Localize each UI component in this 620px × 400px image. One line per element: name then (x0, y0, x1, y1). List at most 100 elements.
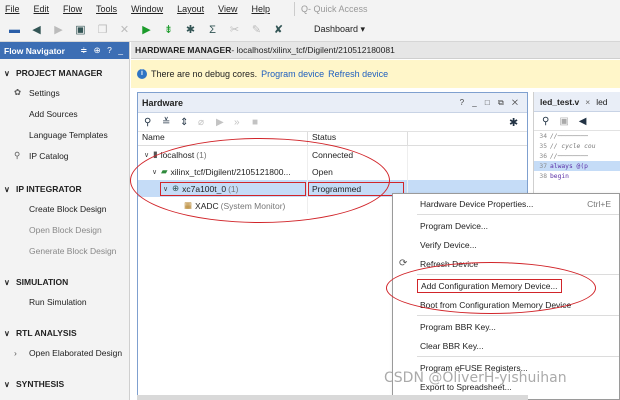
chevron-down-icon: ∨ (4, 379, 10, 389)
refresh-icon: ⟳ (399, 258, 408, 269)
flow-navigator-title: Flow Navigator (4, 45, 65, 56)
flow-navigator: Flow Navigator ≑ ⊕ ? _ ∨ PROJECT MANAGER … (0, 42, 130, 400)
line-number: 35 (539, 142, 547, 150)
copy-icon[interactable]: ❐ (94, 21, 111, 38)
code-text: begin (550, 172, 569, 180)
menu-tools[interactable]: Tools (96, 4, 117, 14)
flow-navigator-controls[interactable]: ≑ ⊕ ? _ (80, 45, 125, 56)
nav-item-run-simulation[interactable]: Run Simulation (0, 291, 129, 312)
menu-item-program-bbr-key[interactable]: Program BBR Key... (393, 317, 619, 336)
shortcut-label: Ctrl+E (587, 198, 611, 209)
hardware-panel-title: Hardware (142, 97, 184, 108)
nav-section-synthesis[interactable]: ∨ SYNTHESIS (0, 375, 129, 393)
hardware-manager-header: HARDWARE MANAGER - localhost/xilinx_tcf/… (131, 42, 620, 59)
menu-layout[interactable]: Layout (177, 4, 204, 14)
redo-icon[interactable]: ▶ (50, 21, 67, 38)
nav-item-settings[interactable]: ✿ Settings (0, 82, 129, 103)
hardware-manager-title: HARDWARE MANAGER (135, 45, 232, 55)
code-line[interactable]: 36//──────── (534, 151, 620, 161)
nav-item-create-block-design[interactable]: Create Block Design (0, 198, 129, 219)
expand-all-icon[interactable]: ⇕ (180, 117, 192, 128)
delete-icon[interactable]: ✕ (116, 21, 133, 38)
menu-item-program-device[interactable]: Program Device... (393, 216, 619, 235)
chevron-down-icon: ∨ (4, 68, 10, 78)
search-icon[interactable]: ⚲ (542, 116, 549, 127)
info-bar: i There are no debug cores. Program devi… (131, 60, 620, 88)
settings-icon[interactable]: ✱ (182, 21, 199, 38)
menu-view[interactable]: View (218, 4, 237, 14)
save-icon[interactable]: ▣ (559, 116, 568, 127)
search-icon[interactable]: ⚲ (144, 117, 156, 128)
save-icon[interactable]: ▣ (72, 21, 89, 38)
undo-icon[interactable]: ◀ (28, 21, 45, 38)
code-line[interactable]: 37 always @(p (534, 161, 620, 171)
debug-icon[interactable]: ✘ (270, 21, 287, 38)
edit-icon[interactable]: ✎ (248, 21, 265, 38)
menu-separator (417, 214, 619, 215)
run-trigger-immediate-icon[interactable]: » (234, 117, 246, 128)
code-text: //──────── (550, 152, 588, 160)
info-message: There are no debug cores. (151, 69, 258, 79)
watermark: CSDN @OliverH-yishuihan (384, 370, 567, 386)
menu-item-hardware-device-properties[interactable]: Hardware Device Properties... Ctrl+E (393, 194, 619, 213)
program-device-link[interactable]: Program device (261, 69, 324, 79)
tab-led-test[interactable]: led_test.v (540, 97, 579, 107)
code-line[interactable]: 38 begin (534, 171, 620, 181)
run-icon[interactable]: ▶ (138, 21, 155, 38)
quick-access-input[interactable]: Q- Quick Access (293, 2, 384, 16)
nav-section-rtl-analysis[interactable]: ∨ RTL ANALYSIS (0, 324, 129, 342)
cut-icon[interactable]: ✂ (226, 21, 243, 38)
hardware-panel-controls[interactable]: ? _ □ ⧉ ✕ (460, 98, 521, 108)
panel-bottom-scrollbar[interactable] (137, 395, 528, 400)
line-number: 37 (539, 162, 547, 170)
sigma-icon[interactable]: Σ (204, 21, 221, 38)
line-number: 38 (539, 172, 547, 180)
annotation-ellipse-tree (130, 138, 390, 223)
nav-section-simulation[interactable]: ∨ SIMULATION (0, 273, 129, 291)
menu-flow[interactable]: Flow (63, 4, 82, 14)
tab-led[interactable]: led (596, 97, 607, 107)
chevron-down-icon: ∨ (4, 277, 10, 287)
info-icon: i (137, 69, 147, 79)
dashboard-dropdown[interactable]: Dashboard ▾ (314, 24, 365, 35)
stop-trigger-icon[interactable]: ■ (252, 117, 264, 128)
menu-separator (417, 356, 619, 357)
menu-separator (417, 315, 619, 316)
nav-item-generate-block-design[interactable]: Generate Block Design (0, 240, 129, 261)
gear-icon: ✿ (14, 87, 22, 97)
program-icon[interactable]: ⇟ (160, 21, 177, 38)
nav-section-project-manager[interactable]: ∨ PROJECT MANAGER (0, 64, 129, 82)
annotation-ellipse-menu (386, 262, 596, 314)
auto-connect-icon[interactable]: ⌀ (198, 117, 210, 128)
refresh-device-link[interactable]: Refresh device (328, 69, 388, 79)
hardware-panel-header: Hardware ? _ □ ⧉ ✕ (138, 93, 527, 113)
chevron-right-icon: › (14, 347, 17, 358)
menu-help[interactable]: Help (251, 4, 270, 14)
nav-item-ip-catalog[interactable]: ⚲ IP Catalog (0, 145, 129, 166)
nav-item-language-templates[interactable]: Language Templates (0, 124, 129, 145)
line-number: 34 (539, 132, 547, 140)
nav-item-open-block-design[interactable]: Open Block Design (0, 219, 129, 240)
undo-icon[interactable]: ◀ (579, 116, 587, 127)
chevron-down-icon: ∨ (4, 328, 10, 338)
hardware-manager-path: - localhost/xilinx_tcf/Digilent/21051218… (231, 45, 395, 55)
code-line[interactable]: 34//──────── (534, 131, 620, 141)
menu-item-clear-bbr-key[interactable]: Clear BBR Key... (393, 336, 619, 355)
hardware-toolbar: ⚲ ≚ ⇕ ⌀ ▶ » ■ ✱ (138, 113, 527, 132)
menu-item-verify-device[interactable]: Verify Device... (393, 235, 619, 254)
collapse-all-icon[interactable]: ≚ (162, 117, 174, 128)
nav-item-add-sources[interactable]: Add Sources (0, 103, 129, 124)
nav-item-open-elaborated-design[interactable]: › Open Elaborated Design (0, 342, 129, 363)
code-line[interactable]: 35// cycle cou (534, 141, 620, 151)
gear-icon[interactable]: ✱ (509, 116, 521, 129)
nav-section-ip-integrator[interactable]: ∨ IP INTEGRATOR (0, 180, 129, 198)
menu-file[interactable]: File (5, 4, 20, 14)
menu-window[interactable]: Window (131, 4, 163, 14)
menu-edit[interactable]: Edit (34, 4, 50, 14)
flow-navigator-header: Flow Navigator ≑ ⊕ ? _ (0, 42, 129, 59)
run-trigger-icon[interactable]: ▶ (216, 117, 228, 128)
editor-tabs: led_test.v × led (534, 92, 620, 112)
line-number: 36 (539, 152, 547, 160)
close-icon[interactable]: × (585, 97, 590, 107)
new-project-icon[interactable]: ▬ (6, 21, 23, 38)
